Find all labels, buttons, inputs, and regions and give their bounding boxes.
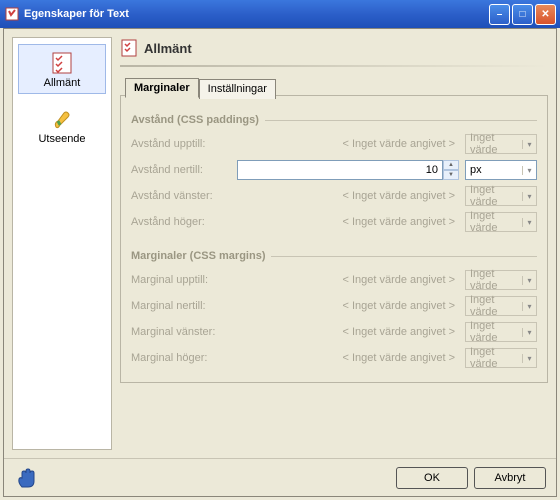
padding-bottom-spinner[interactable]: ▲▼ <box>237 160 459 180</box>
group-title-margin: Marginaler (CSS margins) <box>131 250 265 262</box>
chevron-down-icon: ▾ <box>522 218 536 227</box>
bottom-bar: OK Avbryt <box>4 458 556 496</box>
unit-select[interactable]: Inget värde▾ <box>465 296 537 316</box>
tab-margins[interactable]: Marginaler <box>125 78 199 98</box>
unit-select[interactable]: px▾ <box>465 160 537 180</box>
panel: Marginaler Inställningar Avstånd (CSS pa… <box>120 95 548 383</box>
checklist-icon <box>50 51 74 75</box>
padding-bottom-input[interactable] <box>237 160 443 180</box>
chevron-down-icon[interactable]: ▼ <box>443 170 459 180</box>
chevron-down-icon: ▾ <box>522 140 536 149</box>
row-padding-top: Avstånd upptill: < Inget värde angivet >… <box>131 134 537 154</box>
chevron-down-icon: ▾ <box>522 192 536 201</box>
page-title: Allmänt <box>144 41 192 56</box>
chevron-down-icon: ▾ <box>522 354 536 363</box>
minimize-button[interactable]: – <box>489 4 510 25</box>
ok-button[interactable]: OK <box>396 467 468 489</box>
group-title-padding: Avstånd (CSS paddings) <box>131 114 259 126</box>
divider <box>120 65 548 67</box>
sidebar-item-appearance[interactable]: Utseende <box>18 100 106 150</box>
window-title: Egenskaper för Text <box>24 8 489 20</box>
unit-select[interactable]: Inget värde▾ <box>465 270 537 290</box>
sidebar-item-label: Utseende <box>21 133 103 145</box>
chevron-down-icon: ▾ <box>522 302 536 311</box>
sidebar-item-label: Allmänt <box>21 77 103 89</box>
row-padding-bottom: Avstånd nertill: ▲▼ px▾ <box>131 160 537 180</box>
tab-settings[interactable]: Inställningar <box>199 79 276 99</box>
chevron-down-icon: ▾ <box>522 328 536 337</box>
sidebar: Allmänt Utseende <box>12 37 112 450</box>
brush-icon <box>50 107 74 131</box>
hand-icon <box>14 465 40 491</box>
row-margin-right: Marginal höger: < Inget värde angivet > … <box>131 348 537 368</box>
sidebar-item-general[interactable]: Allmänt <box>18 44 106 94</box>
chevron-down-icon: ▾ <box>522 166 536 175</box>
app-icon <box>4 6 20 22</box>
unit-select[interactable]: Inget värde▾ <box>465 186 537 206</box>
row-padding-right: Avstånd höger: < Inget värde angivet > I… <box>131 212 537 232</box>
unit-select[interactable]: Inget värde▾ <box>465 134 537 154</box>
chevron-up-icon[interactable]: ▲ <box>443 160 459 170</box>
unit-select[interactable]: Inget värde▾ <box>465 322 537 342</box>
titlebar: Egenskaper för Text – □ ✕ <box>0 0 560 28</box>
unit-select[interactable]: Inget värde▾ <box>465 348 537 368</box>
row-padding-left: Avstånd vänster: < Inget värde angivet >… <box>131 186 537 206</box>
row-margin-left: Marginal vänster: < Inget värde angivet … <box>131 322 537 342</box>
row-margin-top: Marginal upptill: < Inget värde angivet … <box>131 270 537 290</box>
chevron-down-icon: ▾ <box>522 276 536 285</box>
row-margin-bottom: Marginal nertill: < Inget värde angivet … <box>131 296 537 316</box>
close-button[interactable]: ✕ <box>535 4 556 25</box>
cancel-button[interactable]: Avbryt <box>474 467 546 489</box>
unit-select[interactable]: Inget värde▾ <box>465 212 537 232</box>
checklist-icon <box>120 39 138 57</box>
maximize-button[interactable]: □ <box>512 4 533 25</box>
